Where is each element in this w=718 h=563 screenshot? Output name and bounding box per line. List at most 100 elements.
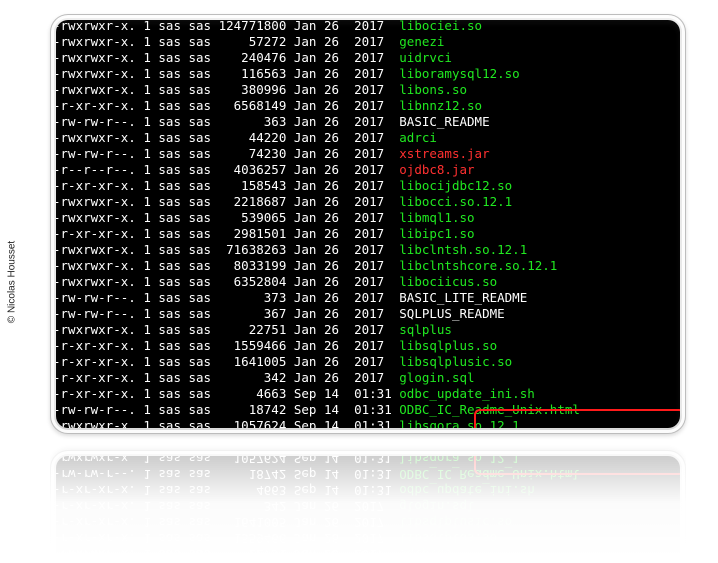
- month: Jan: [294, 322, 317, 337]
- group: sas: [189, 322, 212, 337]
- link-count: 1: [143, 290, 151, 305]
- permissions: -rwxrwxr-x.: [56, 274, 136, 289]
- listing-row: -r-xr-xr-x. 1 sas sas 158543 Jan 26 2017…: [56, 178, 580, 194]
- group: sas: [189, 226, 212, 241]
- link-count: 1: [143, 402, 151, 417]
- permissions: -rw-rw-r--.: [56, 467, 136, 482]
- file-size: 158543: [219, 178, 287, 193]
- file-name: adrci: [399, 130, 437, 145]
- year-or-time: 2017: [354, 162, 392, 177]
- file-name: libnnz12.so: [399, 98, 482, 113]
- day: 26: [324, 130, 339, 145]
- owner: sas: [158, 531, 181, 546]
- file-name: libsqora.so.12.1: [399, 456, 519, 466]
- file-name: ODBC_IC_Readme_Unix.html: [399, 467, 580, 482]
- day: 14: [324, 386, 339, 401]
- link-count: 1: [143, 82, 151, 97]
- year-or-time: 2017: [354, 114, 392, 129]
- group: sas: [189, 82, 212, 97]
- permissions: -rw-rw-r--.: [56, 306, 136, 321]
- month: Jan: [294, 194, 317, 209]
- year-or-time: 01:31: [354, 483, 392, 498]
- day: 26: [324, 98, 339, 113]
- file-name: odbc_update_ini.sh: [399, 386, 534, 401]
- month: Jan: [294, 531, 317, 546]
- year-or-time: 2017: [354, 82, 392, 97]
- file-name: libsqlplusic.so: [399, 354, 512, 369]
- group: sas: [189, 306, 212, 321]
- file-size: 57272: [219, 34, 287, 49]
- link-count: 1: [143, 34, 151, 49]
- file-name: libociicus.so: [399, 274, 497, 289]
- group: sas: [189, 370, 212, 385]
- owner: sas: [158, 194, 181, 209]
- reflection: -rwxrwxr-x. 1 sas sas 124771800 Jan 26 2…: [50, 436, 686, 556]
- day: 26: [324, 50, 339, 65]
- day: 26: [324, 322, 339, 337]
- permissions: -r-xr-xr-x.: [56, 531, 136, 546]
- day: 26: [324, 531, 339, 546]
- file-size: 2218687: [219, 194, 287, 209]
- month: Jan: [294, 499, 317, 514]
- group: sas: [189, 130, 212, 145]
- listing-row: -rw-rw-r--. 1 sas sas 367 Jan 26 2017 SQ…: [56, 306, 580, 322]
- file-name: sqlplus: [399, 547, 452, 556]
- file-size: 18742: [219, 402, 287, 417]
- file-name: libocijdbc12.so: [399, 178, 512, 193]
- listing-row: -rwxrwxr-x. 1 sas sas 240476 Jan 26 2017…: [56, 50, 580, 66]
- screenshot-frame: -rwxrwxr-x. 1 sas sas 124771800 Jan 26 2…: [50, 14, 686, 434]
- group: sas: [189, 467, 212, 482]
- file-name: odbc_update_ini.sh: [399, 483, 534, 498]
- owner: sas: [158, 162, 181, 177]
- link-count: 1: [143, 274, 151, 289]
- listing-row: -rwxrwxr-x. 1 sas sas 2218687 Jan 26 201…: [56, 194, 580, 210]
- day: 26: [324, 162, 339, 177]
- day: 26: [324, 20, 339, 33]
- permissions: -rwxrwxr-x.: [56, 82, 136, 97]
- year-or-time: 2017: [354, 338, 392, 353]
- file-name: libsqlplus.so: [399, 338, 497, 353]
- month: Sep: [294, 402, 317, 417]
- link-count: 1: [143, 210, 151, 225]
- link-count: 1: [143, 66, 151, 81]
- owner: sas: [158, 456, 181, 466]
- month: Jan: [294, 82, 317, 97]
- listing-row: -rwxrwxr-x. 1 sas sas 22751 Jan 26 2017 …: [56, 322, 580, 338]
- year-or-time: 2017: [354, 531, 392, 546]
- permissions: -rw-rw-r--.: [56, 146, 136, 161]
- listing-row: -r-xr-xr-x. 1 sas sas 2981501 Jan 26 201…: [56, 226, 580, 242]
- owner: sas: [158, 402, 181, 417]
- listing-row: -r-xr-xr-x. 1 sas sas 342 Jan 26 2017 gl…: [56, 498, 580, 514]
- month: Jan: [294, 242, 317, 257]
- owner: sas: [158, 258, 181, 273]
- listing-row: -rwxrwxr-x. 1 sas sas 8033199 Jan 26 201…: [56, 258, 580, 274]
- link-count: 1: [143, 242, 151, 257]
- owner: sas: [158, 82, 181, 97]
- terminal-window[interactable]: -rwxrwxr-x. 1 sas sas 124771800 Jan 26 2…: [56, 20, 680, 428]
- owner: sas: [158, 146, 181, 161]
- group: sas: [189, 34, 212, 49]
- file-size: 240476: [219, 50, 287, 65]
- file-size: 116563: [219, 66, 287, 81]
- file-name: libmql1.so: [399, 210, 474, 225]
- day: 26: [324, 34, 339, 49]
- owner: sas: [158, 354, 181, 369]
- file-size: 380996: [219, 82, 287, 97]
- file-size: 342: [219, 370, 287, 385]
- permissions: -rwxrwxr-x.: [56, 547, 136, 556]
- month: Jan: [294, 114, 317, 129]
- year-or-time: 2017: [354, 98, 392, 113]
- terminal-listing: -rwxrwxr-x. 1 sas sas 124771800 Jan 26 2…: [56, 20, 580, 428]
- month: Jan: [294, 146, 317, 161]
- file-name: SQLPLUS_README: [399, 306, 504, 321]
- year-or-time: 2017: [354, 258, 392, 273]
- listing-row: -rwxrwxr-x. 1 sas sas 44220 Jan 26 2017 …: [56, 130, 580, 146]
- permissions: -r-xr-xr-x.: [56, 386, 136, 401]
- owner: sas: [158, 515, 181, 530]
- file-name: libocci.so.12.1: [399, 194, 512, 209]
- file-name: ojdbc8.jar: [399, 162, 474, 177]
- listing-row: -rwxrwxr-x. 1 sas sas 1057624 Sep 14 01:…: [56, 418, 580, 428]
- month: Jan: [294, 50, 317, 65]
- year-or-time: 2017: [354, 178, 392, 193]
- group: sas: [189, 50, 212, 65]
